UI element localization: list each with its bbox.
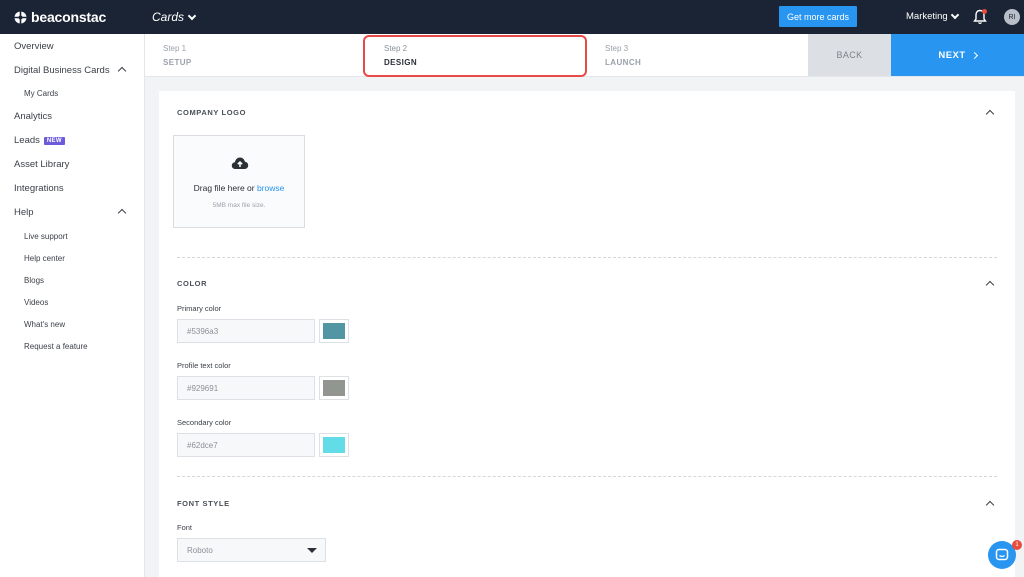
sidebar-item-blogs[interactable]: Blogs: [24, 276, 44, 285]
beaconstac-logo[interactable]: beaconstac: [14, 9, 106, 25]
font-label: Font: [177, 523, 193, 532]
primary-color-swatch: [323, 323, 345, 339]
beaconstac-logo-icon: [14, 11, 27, 23]
chevron-right-icon: [970, 51, 978, 59]
section-title-company-logo: COMPANY LOGO: [177, 108, 247, 117]
primary-color-label: Primary color: [177, 304, 222, 313]
chevron-up-icon[interactable]: [117, 208, 127, 218]
new-badge: NEW: [43, 136, 65, 145]
workspace-switcher[interactable]: Marketing: [906, 10, 959, 22]
section-divider: [177, 476, 997, 477]
step-design[interactable]: Step 2 DESIGN: [384, 34, 584, 77]
primary-color-swatch-button[interactable]: [319, 319, 349, 343]
collapse-icon[interactable]: [985, 109, 995, 119]
collapse-icon[interactable]: [985, 500, 995, 510]
step-launch[interactable]: Step 3 LAUNCH: [605, 34, 805, 77]
workspace-label: Marketing: [906, 11, 948, 22]
sidebar-item-label: Digital Business Cards: [14, 65, 110, 76]
section-title-font-style: FONT STYLE: [177, 499, 230, 508]
sidebar-item-label: Asset Library: [14, 159, 70, 170]
profile-text-color-swatch-button[interactable]: [319, 376, 349, 400]
step-number: Step 1: [163, 44, 187, 53]
sidebar-item-leads[interactable]: Leads NEW: [14, 135, 65, 146]
next-button[interactable]: NEXT: [891, 34, 1024, 76]
dropzone-text: Drag file here or browse: [174, 183, 304, 193]
avatar[interactable]: RI: [1004, 9, 1020, 25]
sidebar-item-integrations[interactable]: Integrations: [14, 183, 64, 194]
sidebar-item-help[interactable]: Help: [14, 207, 34, 218]
sidebar-item-digital-business-cards[interactable]: Digital Business Cards: [14, 65, 110, 76]
step-title: SETUP: [163, 58, 192, 67]
sidebar-item-whats-new[interactable]: What's new: [24, 320, 65, 329]
section-divider: [177, 257, 997, 258]
top-bar: beaconstac Cards Get more cards Marketin…: [0, 0, 1024, 34]
chat-icon: [995, 548, 1009, 561]
browse-link[interactable]: browse: [257, 183, 284, 193]
chat-unread-badge: 1: [1012, 540, 1022, 550]
secondary-color-swatch: [323, 437, 345, 453]
sidebar-item-analytics[interactable]: Analytics: [14, 111, 52, 122]
sidebar-item-label: Analytics: [14, 111, 53, 122]
sidebar-item-my-cards[interactable]: My Cards: [24, 89, 58, 98]
secondary-color-label: Secondary color: [177, 418, 232, 427]
secondary-color-swatch-button[interactable]: [319, 433, 349, 457]
file-size-hint: 5MB max file size.: [212, 202, 266, 209]
product-switcher[interactable]: Cards: [152, 10, 197, 24]
collapse-icon[interactable]: [985, 280, 995, 290]
back-button[interactable]: BACK: [808, 34, 891, 76]
sidebar-item-live-support[interactable]: Live support: [24, 232, 68, 241]
profile-text-color-swatch: [323, 380, 345, 396]
dropzone-label: Drag file here or: [193, 183, 257, 193]
sidebar-item-label: Integrations: [14, 183, 64, 194]
sidebar-item-label: Overview: [14, 41, 54, 52]
chevron-down-icon: [187, 11, 197, 20]
section-title-color: COLOR: [177, 279, 208, 288]
sidebar-item-videos[interactable]: Videos: [24, 298, 48, 307]
product-label: Cards: [152, 10, 185, 24]
profile-text-color-label: Profile text color: [177, 361, 231, 370]
chevron-down-icon: [950, 10, 959, 20]
sidebar-item-request-feature[interactable]: Request a feature: [24, 342, 88, 351]
profile-text-color-input[interactable]: [177, 376, 315, 400]
get-more-cards-button[interactable]: Get more cards: [779, 6, 857, 27]
sidebar-item-overview[interactable]: Overview: [14, 41, 54, 52]
logo-text: beaconstac: [31, 9, 107, 25]
sidebar: Overview Digital Business Cards My Cards…: [0, 34, 145, 577]
step-setup[interactable]: Step 1 SETUP: [163, 34, 363, 77]
logo-dropzone[interactable]: Drag file here or browse 5MB max file si…: [173, 135, 305, 228]
font-select[interactable]: Roboto: [177, 538, 326, 562]
next-button-label: NEXT: [938, 49, 966, 61]
step-title: LAUNCH: [605, 58, 642, 67]
chevron-up-icon[interactable]: [117, 66, 127, 76]
design-panel: COMPANY LOGO Drag file here or browse 5M…: [159, 91, 1015, 577]
caret-down-icon: [307, 548, 317, 553]
sidebar-item-label: Leads: [14, 135, 40, 146]
sidebar-item-help-center[interactable]: Help center: [24, 254, 65, 263]
notification-dot: [982, 9, 987, 14]
secondary-color-input[interactable]: [177, 433, 315, 457]
step-number: Step 3: [605, 44, 629, 53]
primary-color-input[interactable]: [177, 319, 315, 343]
step-number: Step 2: [384, 44, 408, 53]
sidebar-item-label: Help: [14, 207, 34, 218]
cloud-upload-icon: [231, 157, 249, 169]
step-title: DESIGN: [384, 58, 418, 67]
font-select-value: Roboto: [187, 545, 213, 555]
sidebar-item-asset-library[interactable]: Asset Library: [14, 159, 69, 170]
